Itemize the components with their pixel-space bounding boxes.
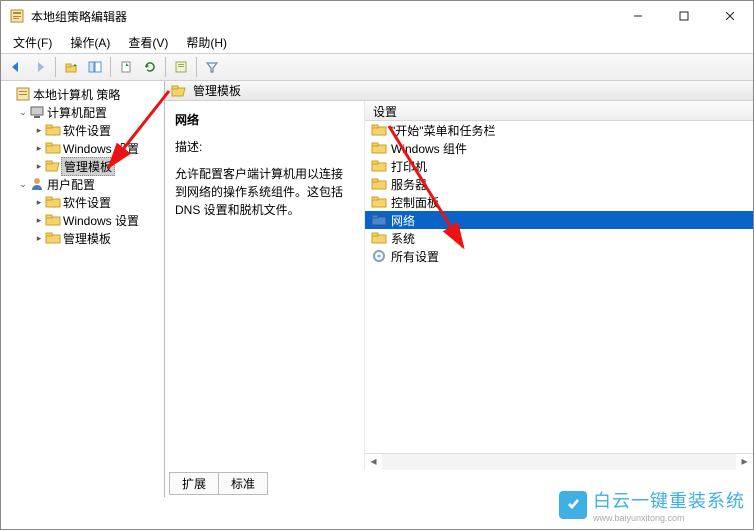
watermark: 白云一键重装系统 www.baiyunxitong.com: [559, 487, 745, 523]
close-button[interactable]: [707, 1, 753, 31]
list-item[interactable]: Windows 组件: [365, 139, 753, 157]
tree-c-windows[interactable]: ▸Windows 设置: [3, 139, 162, 157]
settings-list: 设置 "开始"菜单和任务栏Windows 组件打印机服务器控制面板网络系统所有设…: [365, 101, 753, 470]
list-item[interactable]: "开始"菜单和任务栏: [365, 121, 753, 139]
details-header-title: 管理模板: [193, 82, 241, 99]
details-header: 管理模板: [165, 81, 753, 101]
refresh-button[interactable]: [139, 56, 161, 78]
list-item-label: 服务器: [391, 176, 427, 193]
horizontal-scrollbar[interactable]: ◂ ▸: [365, 453, 753, 470]
tree-user-config[interactable]: ⌄ 用户配置: [3, 175, 162, 193]
export-button[interactable]: [115, 56, 137, 78]
maximize-button[interactable]: [661, 1, 707, 31]
settings-icon: [371, 248, 387, 264]
folder-icon: [371, 194, 387, 210]
list-header-settings[interactable]: 设置: [365, 101, 753, 121]
list-item-label: 系统: [391, 230, 415, 247]
menubar: 文件(F) 操作(A) 查看(V) 帮助(H): [1, 31, 753, 53]
folder-icon: [371, 158, 387, 174]
folder-icon: [45, 230, 61, 246]
tab-standard[interactable]: 标准: [218, 472, 268, 495]
folder-icon: [45, 140, 61, 156]
toolbar: [1, 53, 753, 81]
tree-u-windows[interactable]: ▸Windows 设置: [3, 211, 162, 229]
folder-open-icon: [171, 83, 187, 99]
tree-c-software[interactable]: ▸软件设置: [3, 121, 162, 139]
list-item[interactable]: 打印机: [365, 157, 753, 175]
tab-extended[interactable]: 扩展: [169, 472, 218, 495]
list-item-label: 打印机: [391, 158, 427, 175]
description-panel: 网络 描述: 允许配置客户端计算机用以连接到网络的操作系统组件。这包括 DNS …: [165, 101, 365, 470]
menu-action[interactable]: 操作(A): [62, 32, 118, 53]
tree-label: Windows 设置: [61, 140, 141, 157]
window-title: 本地组策略编辑器: [31, 8, 615, 25]
user-icon: [29, 176, 45, 192]
folder-icon: [45, 194, 61, 210]
nav-tree[interactable]: ▸ 本地计算机 策略 ⌄ 计算机配置 ▸软件设置 ▸Windows 设置 ▸管理…: [1, 81, 165, 497]
list-item-label: Windows 组件: [391, 140, 467, 157]
minimize-button[interactable]: [615, 1, 661, 31]
titlebar: 本地组策略编辑器: [1, 1, 753, 31]
details-pane: 管理模板 网络 描述: 允许配置客户端计算机用以连接到网络的操作系统组件。这包括…: [165, 81, 753, 497]
policy-icon: [15, 86, 31, 102]
tree-u-software[interactable]: ▸软件设置: [3, 193, 162, 211]
tree-label: 软件设置: [61, 194, 113, 211]
tree-label: 管理模板: [61, 230, 113, 247]
back-button[interactable]: [5, 56, 27, 78]
list-item-label: "开始"菜单和任务栏: [391, 122, 496, 139]
tree-label: Windows 设置: [61, 212, 141, 229]
tree-root[interactable]: ▸ 本地计算机 策略: [3, 85, 162, 103]
description-text: 允许配置客户端计算机用以连接到网络的操作系统组件。这包括 DNS 设置和脱机文件…: [175, 165, 354, 219]
tree-label: 本地计算机 策略: [31, 86, 122, 103]
folder-open-icon: [45, 158, 61, 174]
tree-label: 软件设置: [61, 122, 113, 139]
menu-view[interactable]: 查看(V): [120, 32, 176, 53]
forward-button[interactable]: [29, 56, 51, 78]
watermark-badge-icon: [559, 491, 587, 519]
list-item-label: 网络: [391, 212, 415, 229]
up-level-button[interactable]: [60, 56, 82, 78]
folder-icon: [371, 230, 387, 246]
scroll-left-button[interactable]: ◂: [365, 454, 382, 470]
show-hide-tree-button[interactable]: [84, 56, 106, 78]
list-item-label: 控制面板: [391, 194, 439, 211]
menu-file[interactable]: 文件(F): [5, 32, 60, 53]
folder-icon: [371, 176, 387, 192]
filter-button[interactable]: [201, 56, 223, 78]
computer-icon: [29, 104, 45, 120]
tree-computer-config[interactable]: ⌄ 计算机配置: [3, 103, 162, 121]
app-icon: [9, 8, 25, 24]
folder-icon: [45, 212, 61, 228]
folder-icon: [371, 140, 387, 156]
tree-u-admin-templates[interactable]: ▸管理模板: [3, 229, 162, 247]
list-item[interactable]: 控制面板: [365, 193, 753, 211]
scroll-right-button[interactable]: ▸: [736, 454, 753, 470]
tree-label: 管理模板: [61, 157, 115, 176]
list-item-label: 所有设置: [391, 248, 439, 265]
list-item[interactable]: 服务器: [365, 175, 753, 193]
list-item[interactable]: 系统: [365, 229, 753, 247]
folder-icon: [371, 122, 387, 138]
description-label: 描述:: [175, 138, 354, 155]
watermark-text: 白云一键重装系统: [593, 491, 745, 511]
watermark-url: www.baiyunxitong.com: [593, 513, 745, 523]
list-item[interactable]: 所有设置: [365, 247, 753, 265]
tree-label: 计算机配置: [45, 104, 109, 121]
tree-c-admin-templates[interactable]: ▸管理模板: [3, 157, 162, 175]
tree-label: 用户配置: [45, 176, 97, 193]
description-title[interactable]: 网络: [175, 111, 354, 128]
folder-icon: [45, 122, 61, 138]
folder-selected-icon: [371, 212, 387, 228]
menu-help[interactable]: 帮助(H): [178, 32, 235, 53]
list-item[interactable]: 网络: [365, 211, 753, 229]
properties-button[interactable]: [170, 56, 192, 78]
